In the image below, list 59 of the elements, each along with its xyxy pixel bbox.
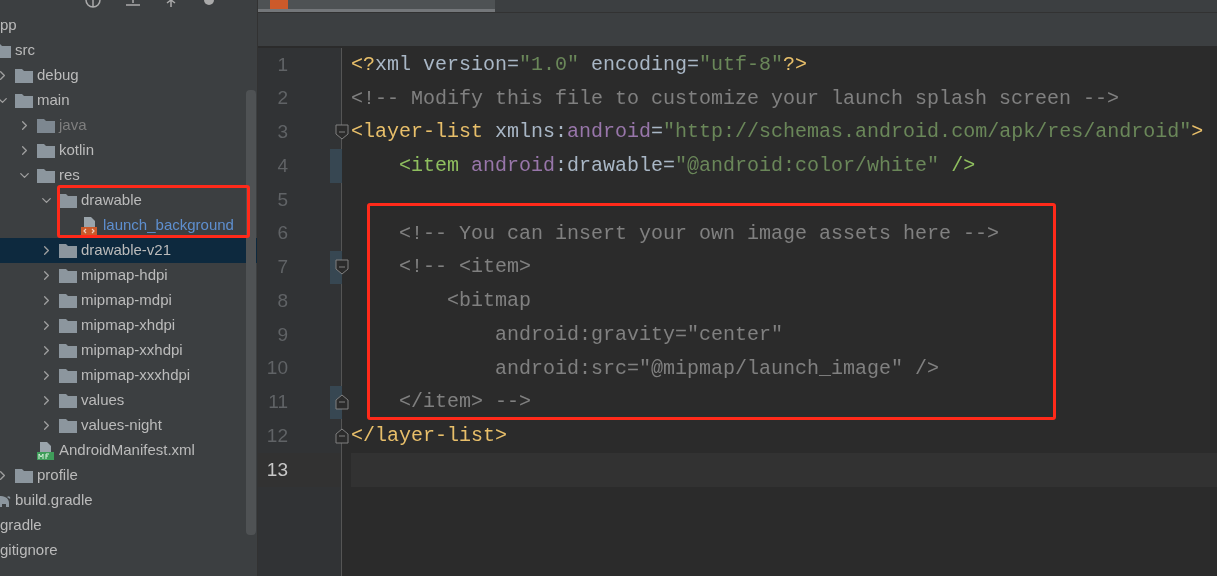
line-number: 13 [265,457,288,482]
tree-item[interactable]: mipmap-xhdpi [81,314,176,337]
code-line: <!-- Modify this file to customize your launch splash screen --> [351,85,1120,112]
code-line: <bitmap [446,288,532,315]
folder-icon [59,293,77,308]
target-icon[interactable] [85,0,101,8]
xml-file-icon [270,0,288,9]
tree-item[interactable]: debug [37,64,79,87]
tree-item[interactable]: mipmap-mdpi [81,289,172,312]
folder-icon [37,168,55,183]
folder-icon [59,393,77,408]
tree-item[interactable]: gitignore [0,539,58,562]
code-line: <item android:drawable="@android:color/white" /> [398,153,976,180]
code-line: </item> --> [398,389,532,416]
code-line: <layer-list xmlns:android="http://schemas.android.com/apk/res/android"> [351,119,1204,146]
fold-icon[interactable] [335,428,349,445]
tree-item[interactable]: drawable-v21 [81,239,172,262]
scrollbar[interactable] [246,90,256,535]
code-line: <!-- You can insert your own image assets here --> [398,220,1000,247]
folder-icon [59,343,77,358]
tree-item[interactable]: mipmap-xxhdpi [81,339,183,362]
folder-icon [59,368,77,383]
settings-icon[interactable] [201,0,217,6]
tree-item[interactable]: values-night [81,414,162,437]
folder-icon [37,118,55,133]
code-line: </layer-list> [351,423,508,450]
tree-item[interactable]: src [15,39,35,62]
tree-item[interactable]: mipmap-hdpi [81,264,168,287]
expand-icon[interactable] [165,0,177,8]
fold-icon[interactable] [335,259,349,276]
folder-icon [59,268,77,283]
tree-item[interactable]: launch_background [103,214,234,237]
folder-icon [59,418,77,433]
manifest-file-icon [37,441,55,460]
code-line: android:src="@mipmap/launch_image" /> [494,355,940,382]
tree-item[interactable]: gradle [0,514,42,537]
tree-item[interactable]: mipmap-xxxhdpi [81,364,191,387]
folder-icon [37,143,55,158]
tree-item[interactable]: AndroidManifest.xml [59,439,195,462]
tree-item[interactable]: main [37,89,70,112]
code-line: <?xml version="1.0" encoding="utf-8"?> [351,51,808,78]
tree-item[interactable]: drawable [81,189,142,212]
collapse-icon[interactable] [125,0,141,8]
tree-item[interactable]: pp [0,14,17,37]
code-line: android:gravity="center" [494,321,784,348]
fold-icon[interactable] [335,124,349,141]
tree-item[interactable]: build.gradle [15,489,93,512]
fold-icon[interactable] [335,394,349,411]
tree-item[interactable]: values [81,389,125,412]
tree-item[interactable]: res [59,164,80,187]
folder-icon [59,243,77,258]
folder-icon [15,68,33,83]
folder-icon [59,318,77,333]
tree-item[interactable]: profile [37,464,78,487]
code-line: <!-- <item> [398,254,532,281]
xml-file-icon [81,216,99,235]
folder-icon [15,93,33,108]
tree-item[interactable]: kotlin [59,139,95,162]
folder-icon [15,468,33,483]
